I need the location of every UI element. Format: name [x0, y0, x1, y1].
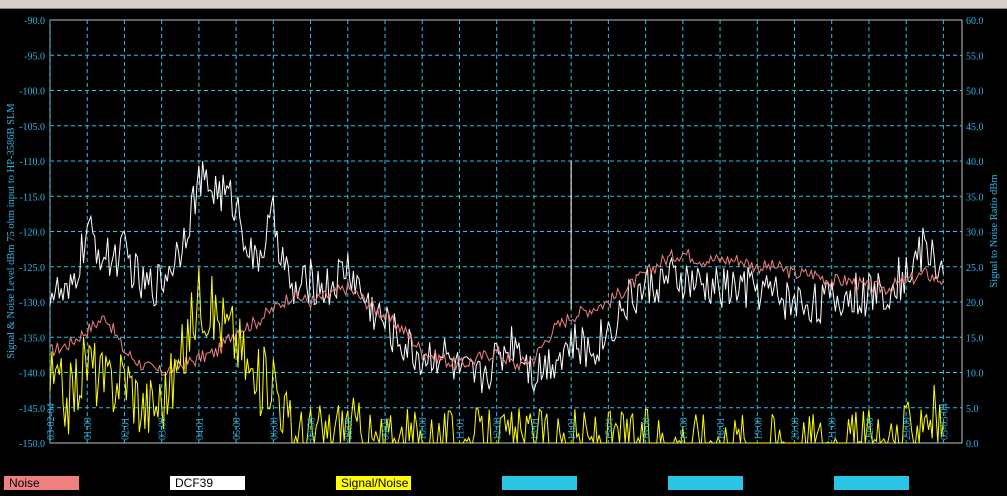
x-tick-label: 01:00: [83, 417, 94, 440]
y-tick-label: -145.0: [19, 404, 45, 415]
x-tick-label: 23:00: [902, 417, 913, 440]
legend-item: Signal/Noise: [336, 476, 411, 490]
y2-tick-label: 15.0: [966, 333, 984, 344]
legend-item: [668, 476, 743, 490]
y-tick-label: -140.0: [19, 369, 45, 380]
x-tick-label: 06:00: [269, 417, 280, 440]
x-tick-label: 20:00: [790, 417, 801, 440]
x-tick-label: 21:00: [828, 417, 839, 440]
legend-item: [502, 476, 577, 490]
x-tick-label: 14:01: [567, 417, 578, 440]
x-tick-label: 04:01: [195, 417, 206, 440]
y2-tick-label: 30.0: [966, 228, 984, 239]
y-tick-label: -105.0: [19, 122, 45, 133]
x-tick-label: 15:01: [604, 417, 615, 440]
x-tick-label: 10:00: [418, 417, 429, 440]
signal-noise-chart: -90.0 -95.0 -100.0 -105.0 -110.0 -115.0 -120.0…: [6, 16, 1000, 450]
right-axis-ticks: 60.0 55.0 50.0 45.0 40.0 35.0 30.0 25.0 20.0 15.0…: [966, 16, 984, 450]
y-tick-label: -150.0: [19, 439, 45, 450]
y2-tick-label: 35.0: [966, 192, 984, 203]
left-axis-label: Signal & Noise Level dBm 75 ohm input to…: [6, 103, 17, 359]
x-tick-label: 03-02-04: [46, 403, 57, 440]
x-tick-label: 09:01: [381, 417, 392, 440]
y2-tick-label: 60.0: [966, 16, 984, 27]
y-tick-label: -115.0: [20, 192, 45, 203]
y2-tick-label: 5.0: [966, 404, 979, 415]
y2-tick-label: 40.0: [966, 157, 984, 168]
y-tick-label: -130.0: [19, 298, 45, 309]
legend-item: [834, 476, 909, 490]
right-axis-label: Signal to Noise Ratio dBm: [989, 174, 1000, 287]
y2-tick-label: 50.0: [966, 87, 984, 98]
y-tick-label: -125.0: [19, 263, 45, 274]
y2-tick-label: 0.0: [966, 439, 979, 450]
y-tick-label: -120.0: [19, 228, 45, 239]
y2-tick-label: 25.0: [966, 263, 984, 274]
x-tick-label: 11:01: [455, 418, 466, 440]
y-tick-label: -95.0: [24, 51, 45, 62]
y2-tick-label: 10.0: [966, 369, 984, 380]
x-tick-label: 18:01: [716, 417, 727, 440]
legend-item: DCF39: [170, 476, 245, 490]
x-tick-label: 05:00: [232, 417, 243, 440]
y2-tick-label: 20.0: [966, 298, 984, 309]
x-tick-label: 08:00: [344, 417, 355, 440]
y2-tick-label: 45.0: [966, 122, 984, 133]
y2-tick-label: 55.0: [966, 51, 984, 62]
x-tick-label: 12:00: [493, 417, 504, 440]
x-tick-label: 19:00: [753, 417, 764, 440]
x-tick-label: 17:00: [679, 417, 690, 440]
x-tick-label: 07:00: [307, 417, 318, 440]
left-axis-ticks: -90.0 -95.0 -100.0 -105.0 -110.0 -115.0 -120.0…: [19, 16, 45, 450]
y-tick-label: -110.0: [20, 157, 45, 168]
x-tick-label: 22:00: [865, 417, 876, 440]
y-tick-label: -100.0: [19, 87, 45, 98]
x-tick-label: 13:01: [530, 417, 541, 440]
y-tick-label: -90.0: [24, 16, 45, 27]
x-tick-label: 02:01: [120, 417, 131, 440]
x-tick-label: 03-03-04: [939, 403, 950, 440]
x-tick-label: 03:00: [158, 417, 169, 440]
y-tick-label: -135.0: [19, 333, 45, 344]
legend-item: Noise: [4, 476, 79, 490]
x-tick-label: 16:00: [642, 417, 653, 440]
